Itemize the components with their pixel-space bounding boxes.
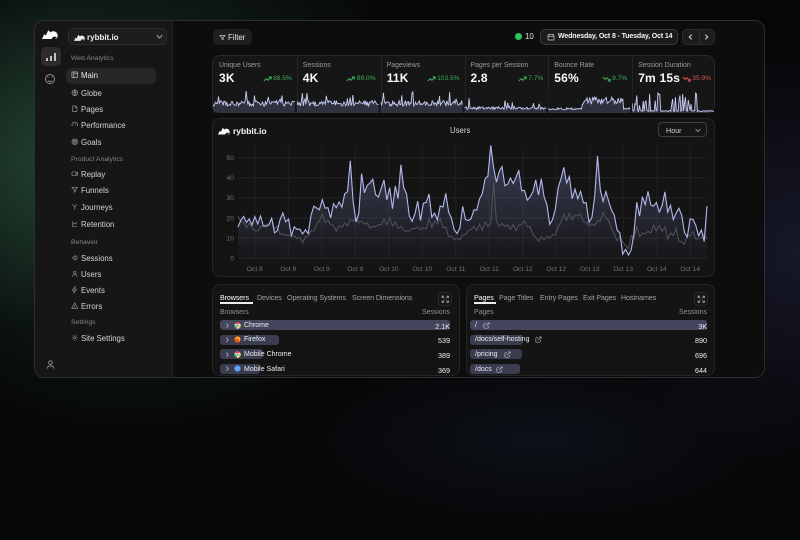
svg-text:20: 20 (227, 215, 235, 222)
svg-text:30: 30 (227, 195, 235, 202)
svg-text:Oct 9: Oct 9 (314, 266, 330, 273)
svg-text:Oct 14: Oct 14 (647, 266, 667, 273)
svg-text:Oct 12: Oct 12 (546, 266, 566, 273)
svg-text:Oct 11: Oct 11 (480, 266, 499, 273)
svg-text:Oct 8: Oct 8 (280, 266, 296, 273)
svg-text:10: 10 (227, 235, 235, 242)
svg-text:Oct 8: Oct 8 (247, 266, 263, 273)
svg-text:Oct 10: Oct 10 (379, 266, 399, 273)
svg-text:Oct 14: Oct 14 (680, 266, 700, 273)
svg-text:50: 50 (227, 155, 235, 162)
svg-text:Oct 13: Oct 13 (613, 266, 633, 273)
svg-text:Oct 12: Oct 12 (513, 266, 533, 273)
svg-text:40: 40 (227, 175, 235, 182)
svg-text:Oct 11: Oct 11 (446, 266, 465, 273)
svg-text:Oct 10: Oct 10 (412, 266, 432, 273)
svg-text:0: 0 (230, 256, 234, 263)
svg-text:Oct 13: Oct 13 (580, 266, 600, 273)
svg-text:Oct 9: Oct 9 (347, 266, 363, 273)
